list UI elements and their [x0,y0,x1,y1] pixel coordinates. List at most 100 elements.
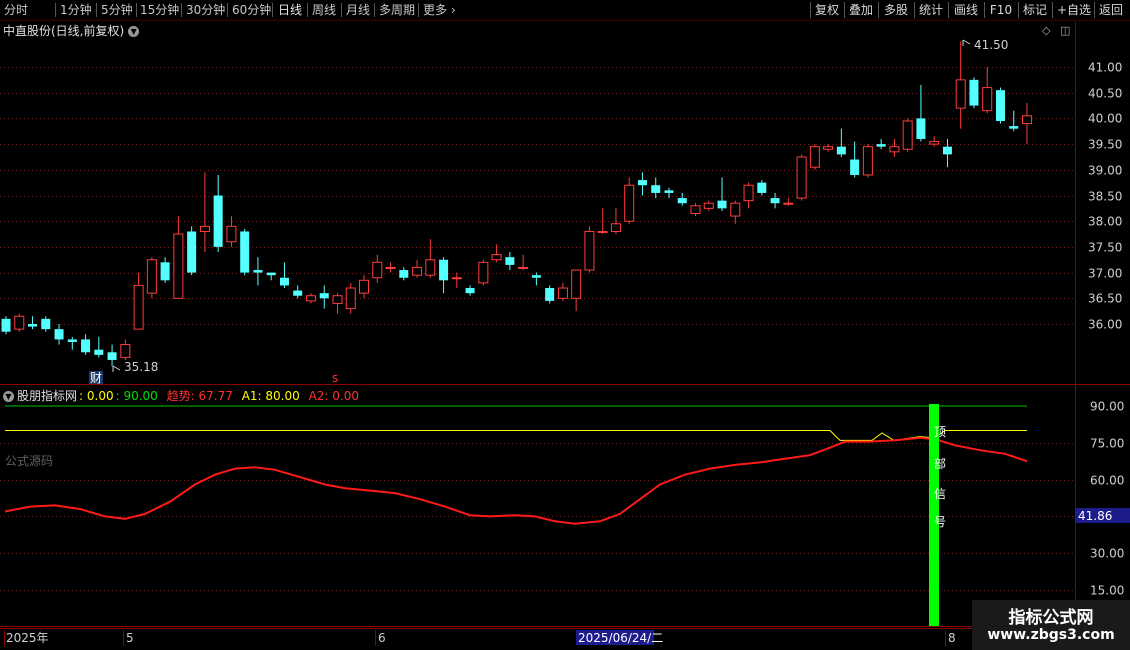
candle [836,128,846,157]
candle [412,259,423,278]
formula-source-label[interactable]: 公式源码 [5,452,53,469]
candle [505,252,515,271]
indicator-header: ▼ 股朋指标网: 0.00: 90.00 趋势: 67.77 A1: 80.00 … [3,387,361,404]
candle-body [995,90,1005,121]
candle [425,239,436,278]
candle-body [955,79,966,109]
finance-marker: 财 [90,371,102,385]
candle [876,138,886,150]
candle-body [465,288,475,294]
candle [1,316,11,335]
candle-body [664,190,674,193]
kline-chart: 41.00 40.50 40.00 39.50 39.00 38.50 38.00 37.50… [0,22,1130,646]
indicator-v2: : 90.00 [115,389,158,403]
candle [253,257,263,286]
candle [439,257,449,294]
candle-body [399,270,409,278]
price-tick-label: 38.00 [1088,215,1122,229]
candle-body [545,288,555,301]
candle [226,216,237,247]
chevron-down-icon[interactable]: ▼ [3,391,14,402]
indicator-a2: A2: 0.00 [308,389,359,403]
signal-char-4: 号 [934,515,947,529]
candle [240,228,250,276]
high-marker: 41.50 [962,38,1008,52]
candle [651,177,661,199]
candle [862,144,873,178]
current-value: 41.86 [1078,509,1112,523]
price-tick-label: 38.50 [1088,190,1122,204]
indicator-tick-label: 90.00 [1090,400,1124,414]
candle [531,272,541,286]
candle [902,118,913,152]
candle [41,316,51,332]
candle [319,285,329,309]
candle-body [120,344,131,358]
candle [187,226,197,276]
candle-body [451,277,462,280]
indicator-name[interactable]: 股朋指标网 [17,389,77,403]
candle [995,87,1005,124]
price-tick-label: 39.00 [1088,164,1122,178]
candle [743,182,754,209]
candle [942,138,952,168]
candle-body [107,352,117,360]
candle [1009,110,1019,132]
date-may: 5 [126,631,134,645]
price-tick-label: 40.00 [1088,112,1122,126]
candle-body [1009,126,1019,129]
candle [850,141,860,178]
candle [757,180,767,196]
candle-body [651,185,661,193]
candle-body [54,329,64,340]
candle [266,272,276,281]
candle [982,67,993,114]
candle [584,226,595,273]
candle-body [28,324,38,327]
candle-body [505,257,515,265]
candle-body [173,233,184,299]
signal-char-2: 部 [934,457,947,471]
indicator-tick-label: 15.00 [1090,584,1124,598]
candle [809,144,820,170]
candle-body [293,290,303,296]
candle [955,41,966,129]
candle [796,154,807,201]
candle [54,324,64,345]
candle-body [557,287,568,299]
candle-body [836,146,846,155]
candle-body [624,184,635,222]
candle-body [160,262,170,281]
candle-body [319,293,329,299]
candle [14,313,25,332]
candle [770,192,780,209]
candle [624,177,635,224]
candle-body [359,279,370,294]
candle [557,282,568,301]
price-tick-label: 39.50 [1088,138,1122,152]
candle [823,144,834,152]
candle [293,285,303,299]
candle [703,200,714,211]
candle-body [862,146,873,176]
signal-char-1: 顶 [934,425,947,439]
candle-body [226,225,237,243]
candle [28,316,38,330]
candle [1022,102,1032,145]
candle-body [146,259,157,294]
candle [545,285,555,304]
candle-body [199,225,210,232]
s-marker: s [332,371,338,385]
watermark-title: 指标公式网 [1008,608,1094,628]
candle [677,192,687,206]
candle [173,216,184,299]
candle [359,275,370,299]
price-tick-label: 41.00 [1088,61,1122,75]
cursor-date: 2025/06/24/二 [578,631,663,645]
candle [94,336,104,358]
candle [637,172,647,196]
candle [783,198,794,206]
candle-body [757,182,767,193]
candle-body [677,198,687,204]
candle [199,172,210,253]
